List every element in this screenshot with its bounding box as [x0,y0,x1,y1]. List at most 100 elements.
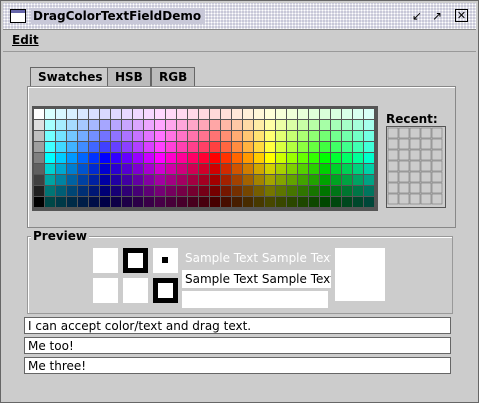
color-swatch[interactable] [243,120,253,130]
color-swatch[interactable] [56,153,66,163]
color-swatch[interactable] [133,164,143,174]
color-swatch[interactable] [34,175,44,185]
color-swatch[interactable] [243,175,253,185]
color-swatch[interactable] [67,175,77,185]
color-swatch[interactable] [56,175,66,185]
color-swatch[interactable] [276,131,286,141]
recent-swatch[interactable] [431,182,443,194]
color-swatch[interactable] [342,109,352,119]
color-swatch[interactable] [342,186,352,196]
color-swatch[interactable] [111,142,121,152]
recent-swatch[interactable] [398,171,410,183]
color-swatch[interactable] [166,164,176,174]
color-swatch[interactable] [254,175,264,185]
recent-swatch[interactable] [431,138,443,150]
color-swatch[interactable] [309,186,319,196]
color-swatch[interactable] [155,164,165,174]
color-swatch[interactable] [34,109,44,119]
color-swatch[interactable] [188,120,198,130]
color-swatch[interactable] [243,153,253,163]
color-swatch[interactable] [331,142,341,152]
color-swatch[interactable] [221,142,231,152]
color-swatch[interactable] [210,197,220,207]
color-swatch[interactable] [122,164,132,174]
color-swatch[interactable] [243,142,253,152]
color-swatch[interactable] [320,109,330,119]
color-swatch[interactable] [342,153,352,163]
recent-swatch[interactable] [387,160,399,172]
color-swatch[interactable] [320,120,330,130]
color-swatch[interactable] [67,164,77,174]
color-swatch[interactable] [353,153,363,163]
color-swatch[interactable] [56,109,66,119]
color-swatch[interactable] [309,153,319,163]
color-swatch[interactable] [133,175,143,185]
color-swatch[interactable] [210,153,220,163]
color-swatch[interactable] [122,131,132,141]
color-swatch[interactable] [254,186,264,196]
color-swatch[interactable] [155,175,165,185]
color-swatch[interactable] [67,109,77,119]
color-swatch[interactable] [45,186,55,196]
color-swatch[interactable] [342,197,352,207]
recent-swatch[interactable] [409,171,421,183]
color-swatch[interactable] [210,186,220,196]
color-swatch[interactable] [232,109,242,119]
color-swatch[interactable] [331,109,341,119]
color-swatch[interactable] [177,120,187,130]
color-swatch[interactable] [78,186,88,196]
color-swatch[interactable] [265,131,275,141]
color-swatch[interactable] [133,120,143,130]
window-icon[interactable] [10,9,26,23]
color-swatch[interactable] [221,120,231,130]
color-swatch[interactable] [45,142,55,152]
color-swatch[interactable] [221,197,231,207]
color-swatch[interactable] [34,131,44,141]
color-swatch[interactable] [188,186,198,196]
color-swatch[interactable] [188,131,198,141]
color-swatch[interactable] [122,175,132,185]
color-swatch[interactable] [232,186,242,196]
color-swatch[interactable] [89,109,99,119]
color-swatch[interactable] [276,175,286,185]
color-swatch[interactable] [56,120,66,130]
color-swatch[interactable] [177,164,187,174]
recent-swatch[interactable] [431,193,443,205]
color-swatch[interactable] [287,120,297,130]
color-swatch[interactable] [210,164,220,174]
color-swatch[interactable] [45,175,55,185]
color-swatch[interactable] [364,120,374,130]
color-swatch[interactable] [364,164,374,174]
color-swatch[interactable] [133,142,143,152]
color-swatch[interactable] [265,197,275,207]
recent-swatch[interactable] [398,182,410,194]
color-swatch[interactable] [265,175,275,185]
color-swatch[interactable] [67,186,77,196]
color-swatch[interactable] [221,131,231,141]
recent-swatch[interactable] [398,160,410,172]
color-swatch[interactable] [287,197,297,207]
color-swatch[interactable] [331,164,341,174]
color-swatch[interactable] [111,120,121,130]
color-swatch[interactable] [166,197,176,207]
recent-swatch[interactable] [431,171,443,183]
color-swatch[interactable] [265,109,275,119]
color-swatch[interactable] [111,197,121,207]
color-swatch[interactable] [353,120,363,130]
color-swatch[interactable] [144,120,154,130]
recent-swatch[interactable] [420,182,432,194]
color-swatch[interactable] [155,186,165,196]
color-swatch[interactable] [89,197,99,207]
color-swatch[interactable] [364,197,374,207]
color-swatch[interactable] [111,109,121,119]
color-swatch[interactable] [232,120,242,130]
color-swatch[interactable] [78,109,88,119]
color-swatch[interactable] [243,164,253,174]
color-swatch[interactable] [177,131,187,141]
color-swatch[interactable] [364,175,374,185]
color-swatch[interactable] [320,153,330,163]
recent-swatch[interactable] [420,160,432,172]
color-swatch[interactable] [199,186,209,196]
color-swatch[interactable] [320,131,330,141]
color-swatch[interactable] [56,186,66,196]
